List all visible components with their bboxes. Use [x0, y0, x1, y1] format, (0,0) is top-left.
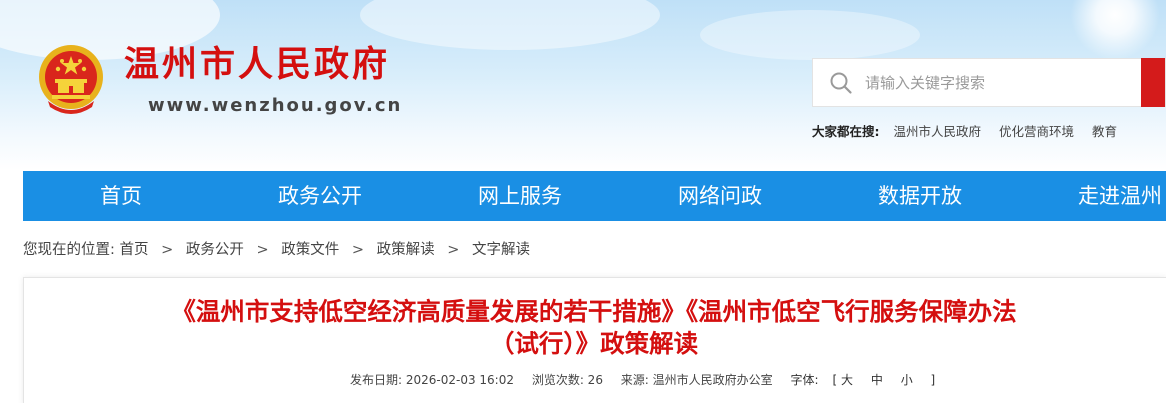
sun-glow-decoration: [1070, 0, 1160, 60]
breadcrumb-item[interactable]: 政务公开: [186, 242, 244, 258]
breadcrumb-separator: >: [351, 242, 365, 258]
main-nav: 首页 政务公开 网上服务 网络问政 数据开放 走进温州: [23, 171, 1166, 221]
nav-item-home[interactable]: 首页: [100, 171, 142, 221]
breadcrumb-separator: >: [447, 242, 460, 258]
breadcrumb-prefix: 您现在的位置:: [23, 242, 115, 258]
breadcrumb-item[interactable]: 文字解读: [472, 242, 530, 258]
breadcrumb-item[interactable]: 首页: [120, 242, 149, 258]
hot-search: 大家都在搜: 温州市人民政府 优化营商环境 教育: [812, 121, 1131, 140]
site-title[interactable]: 温州市人民政府: [124, 48, 390, 83]
article-source: 来源: 温州市人民政府办公室: [620, 373, 773, 387]
cloud-decoration: [700, 10, 920, 60]
nav-item-about-wenzhou[interactable]: 走进温州: [1078, 171, 1162, 221]
font-size-medium[interactable]: 中: [871, 373, 883, 387]
nav-item-online-inquiry[interactable]: 网络问政: [678, 171, 762, 221]
nav-item-online-services[interactable]: 网上服务: [478, 171, 562, 221]
font-size-label: 字体:: [790, 373, 819, 387]
article-meta: 发布日期: 2026-02-03 16:02 浏览次数: 26 来源: 温州市人…: [350, 371, 949, 388]
site-header: 温州市人民政府 www.wenzhou.gov.cn 大家都在搜: 温州市人民政…: [0, 0, 1166, 170]
breadcrumb-item[interactable]: 政策文件: [281, 242, 339, 258]
hot-search-item[interactable]: 教育: [1092, 124, 1117, 139]
hot-search-label: 大家都在搜:: [812, 124, 880, 139]
article-title-line: 《温州市支持低空经济高质量发展的若干措施》《温州市低空飞行服务保障办法: [171, 297, 1017, 326]
breadcrumb-item[interactable]: 政策解读: [377, 242, 435, 258]
search-icon[interactable]: [829, 71, 853, 95]
hot-search-item[interactable]: 优化营商环境: [999, 124, 1074, 139]
nav-item-open-data[interactable]: 数据开放: [878, 171, 962, 221]
view-count: 浏览次数: 26: [531, 373, 603, 387]
breadcrumb-separator: >: [256, 242, 269, 258]
article-title-line: （试行）》政策解读: [489, 329, 699, 358]
font-size-large[interactable]: 大: [841, 373, 853, 387]
search-input[interactable]: [865, 59, 1135, 106]
hot-search-item[interactable]: 温州市人民政府: [893, 124, 981, 139]
breadcrumb: 您现在的位置: 首页 > 政务公开 > 政策文件 > 政策解读 > 文字解读: [23, 238, 530, 259]
cloud-decoration: [360, 0, 660, 50]
publish-date: 发布日期: 2026-02-03 16:02: [350, 373, 514, 387]
font-size-small[interactable]: 小: [901, 373, 913, 387]
font-size-control: 字体:[ 大 中 小 ]: [790, 373, 936, 387]
breadcrumb-separator: >: [161, 242, 174, 258]
search-box: [812, 58, 1166, 107]
article-title: 《温州市支持低空经济高质量发展的若干措施》《温州市低空飞行服务保障办法 （试行）…: [84, 296, 1104, 360]
article-card: 《温州市支持低空经济高质量发展的若干措施》《温州市低空飞行服务保障办法 （试行）…: [23, 277, 1166, 403]
search-button[interactable]: [1141, 58, 1165, 107]
nav-item-government-affairs[interactable]: 政务公开: [278, 171, 362, 221]
national-emblem-icon: [39, 45, 103, 114]
site-url[interactable]: www.wenzhou.gov.cn: [148, 95, 402, 116]
